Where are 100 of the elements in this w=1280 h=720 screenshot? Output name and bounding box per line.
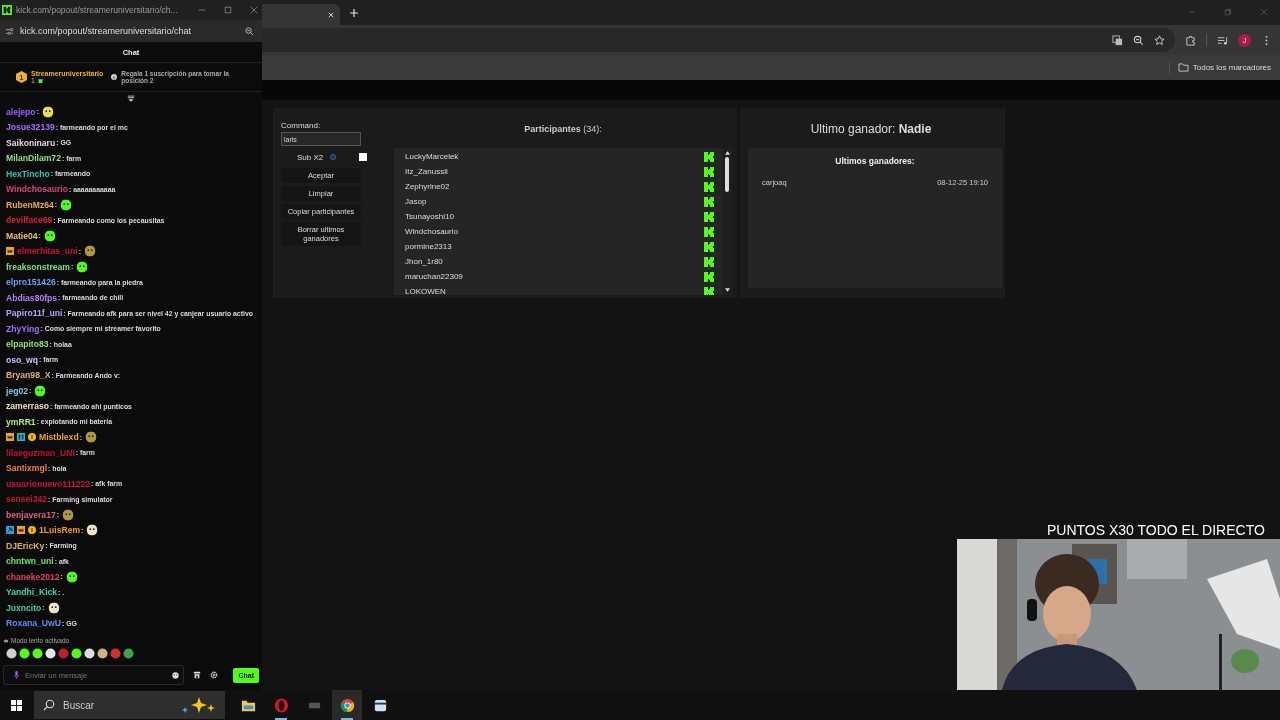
command-label: Command: [281, 121, 322, 130]
browser-icon [339, 697, 355, 713]
scroll-up-icon[interactable] [724, 151, 730, 155]
chat-username[interactable]: devilface69 [6, 215, 53, 226]
chat-username[interactable]: Saikoninaru [6, 137, 56, 148]
chat-username[interactable]: Papiro11f_uni [6, 308, 63, 319]
chat-username[interactable]: elpapito83 [6, 339, 49, 350]
taskbar-search[interactable]: Buscar [34, 691, 225, 719]
ring-icon [273, 697, 289, 713]
logo-icon [704, 196, 714, 207]
zoom-icon[interactable] [1133, 34, 1144, 46]
emote-icon[interactable] [97, 647, 108, 659]
chat-username[interactable]: Josue32139 [6, 122, 55, 133]
last-winner: Ultimo ganador: Nadie [809, 122, 933, 138]
info-icon [111, 74, 118, 80]
emote-icon[interactable] [123, 647, 134, 659]
window-icon [372, 697, 388, 713]
turtle-icon [3, 637, 9, 643]
chat-username[interactable]: 1LuisRem [39, 525, 81, 536]
microphone-icon[interactable] [14, 671, 19, 679]
chat-username[interactable]: chntwn_uni [6, 556, 54, 567]
store-icon[interactable] [193, 671, 201, 679]
logo-icon [704, 256, 714, 267]
site-settings-icon[interactable] [5, 26, 14, 36]
chat-username[interactable]: Bryan98_X [6, 370, 51, 381]
emoji-icon[interactable] [172, 671, 179, 679]
participant-name: Tsunayoshi10 [405, 212, 454, 221]
chat-username[interactable]: Yandhi_Kick [6, 587, 58, 598]
gift-icon [37, 78, 43, 83]
media-icon[interactable] [1217, 34, 1228, 46]
chat-username[interactable]: Abdias80fps [6, 292, 58, 303]
chat-username[interactable]: Matie04 [6, 230, 38, 241]
emote-icon[interactable] [84, 647, 95, 659]
logo-icon [704, 181, 714, 192]
chat-username[interactable]: sensei342 [6, 494, 48, 505]
chat-username[interactable]: Roxana_UwU [6, 618, 61, 629]
chat-username[interactable]: alejepo [6, 106, 36, 117]
chat-username[interactable]: elmerhitas_uni [17, 246, 78, 257]
participant-name: maruchan22309 [405, 272, 463, 281]
chat-username[interactable]: benjavera17 [6, 509, 56, 520]
chat-username[interactable]: Santixmgl [6, 463, 48, 474]
participant-name: LuckyMarcelek [405, 152, 459, 161]
logo-icon [704, 211, 714, 222]
participant-name: pormine2313 [405, 242, 452, 251]
zoom-icon[interactable] [245, 26, 254, 36]
extensions-icon[interactable] [1185, 34, 1196, 46]
maximize-icon[interactable] [224, 6, 232, 14]
chat-username[interactable]: zamerraso [6, 401, 49, 412]
participant-name: Jasop [405, 197, 427, 206]
emote-icon[interactable] [19, 647, 30, 659]
new-tab-icon[interactable] [350, 9, 358, 17]
emote-icon[interactable] [45, 647, 56, 659]
collapse-icon[interactable] [127, 94, 135, 102]
scroll-thumb[interactable] [725, 157, 729, 192]
chat-username[interactable]: ZhyYing [6, 323, 40, 334]
chat-username[interactable]: oso_wq [6, 354, 38, 365]
logo-icon [704, 286, 714, 295]
logo-icon [704, 226, 714, 237]
chat-username[interactable]: MilanDilam72 [6, 153, 61, 164]
logo-icon [2, 5, 12, 15]
emote-icon[interactable] [71, 647, 82, 659]
chat-username[interactable]: ymRR1 [6, 416, 36, 427]
participant-name: Itz_Zanussii [405, 167, 448, 176]
star-icon[interactable] [1154, 34, 1165, 46]
info-icon[interactable] [330, 154, 337, 160]
participant-name: LOKOWEN [405, 287, 446, 295]
settings-icon[interactable] [210, 671, 218, 679]
chat-username[interactable]: Mistblexd [39, 432, 79, 443]
translate-icon[interactable] [1112, 34, 1123, 46]
sub-x2-label: Sub X2 [297, 152, 324, 162]
participant-name: Windchosaurio [405, 227, 458, 236]
winners-title: Ultimos ganadores: [834, 156, 916, 166]
overlay-title: PUNTOS X30 TODO EL DIRECTO [1047, 522, 1265, 538]
emote-icon[interactable] [6, 647, 17, 659]
chat-username[interactable]: RubenMz64 [6, 199, 54, 210]
participant-name: Zephyrine02 [405, 182, 450, 191]
search-icon [43, 699, 55, 711]
windows-start-icon[interactable] [11, 699, 22, 711]
chat-username[interactable]: chaneke2012 [6, 571, 60, 582]
chat-username[interactable]: elpro151426 [6, 277, 56, 288]
chat-username[interactable]: DJEricKy [6, 540, 45, 551]
sub-x2-checkbox[interactable] [359, 153, 368, 161]
logo-icon [704, 241, 714, 252]
close-icon[interactable] [250, 6, 258, 14]
bookmarks-link[interactable]: Todos los marcadores [1192, 63, 1271, 72]
logo-icon [704, 151, 714, 162]
scroll-down-icon[interactable] [724, 288, 730, 292]
folder-icon[interactable] [1177, 63, 1189, 72]
logo-icon [704, 166, 714, 177]
chat-username[interactable]: jeg02 [6, 385, 28, 396]
taskbar-button[interactable] [332, 690, 362, 720]
chat-username[interactable]: Juxncito [6, 602, 42, 613]
participant-name: Jhon_1r80 [405, 257, 443, 266]
close-tab-icon[interactable] [328, 11, 334, 18]
emote-icon[interactable] [32, 647, 43, 659]
chat-username[interactable]: Windchosaurio [6, 184, 68, 195]
chat-username[interactable]: freaksonstream [6, 261, 70, 272]
search-placeholder: Buscar [63, 699, 96, 711]
chat-username[interactable]: usuarionuevo111222 [6, 478, 91, 489]
chat-username[interactable]: HexTincho [6, 168, 50, 179]
